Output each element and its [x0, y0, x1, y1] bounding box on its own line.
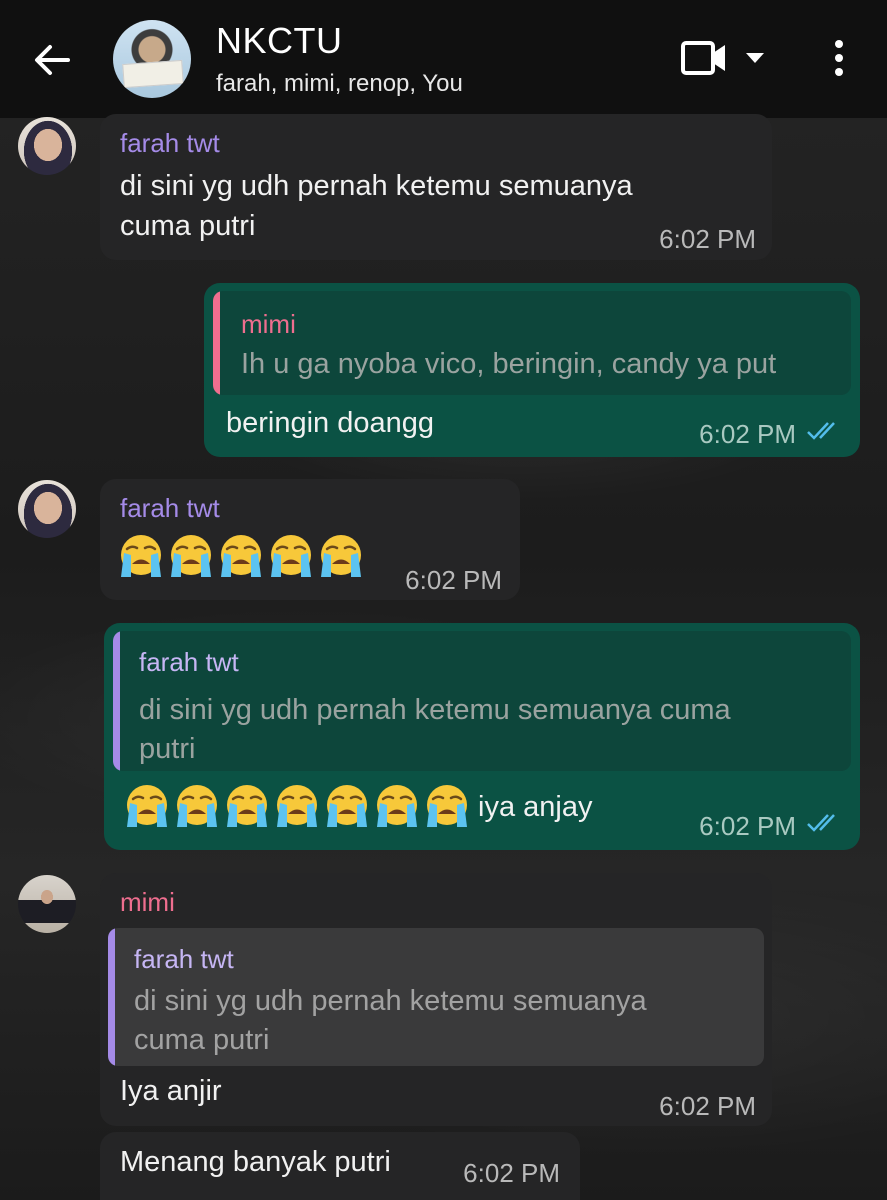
quote-sender: farah twt	[134, 944, 234, 974]
avatar-farah[interactable]	[18, 480, 76, 538]
avatar-sign-graphic	[122, 59, 184, 89]
message-bubble[interactable]: mimi Ih u ga nyoba vico, beringin, candy…	[204, 283, 860, 457]
emoji-row	[118, 533, 364, 579]
read-ticks-icon	[807, 422, 835, 440]
message-time: 6:02 PM	[699, 419, 796, 449]
crying-emoji-icon	[174, 783, 220, 829]
quote-sender: mimi	[241, 309, 296, 339]
sender-name[interactable]: farah twt	[120, 128, 220, 159]
group-avatar[interactable]	[113, 20, 191, 98]
message-text: cuma putri	[120, 210, 256, 242]
message-bubble[interactable]: mimi farah twt di sini yg udh pernah ket…	[100, 873, 772, 1126]
quote-bar	[108, 928, 115, 1066]
quote-text: Ih u ga nyoba vico, beringin, candy ya p…	[241, 348, 777, 380]
crying-emoji-icon	[318, 533, 364, 579]
message-text: iya anjay	[478, 791, 593, 823]
quote-text: putri	[139, 733, 196, 765]
message-text: beringin doangg	[226, 407, 435, 439]
message-text: Iya anjir	[120, 1075, 222, 1107]
emoji-row	[124, 783, 470, 829]
quote-text: cuma putri	[134, 1024, 270, 1056]
sender-name[interactable]: farah twt	[120, 493, 220, 524]
message-time: 6:02 PM	[463, 1158, 560, 1188]
crying-emoji-icon	[424, 783, 470, 829]
message-time: 6:02 PM	[659, 224, 756, 254]
crying-emoji-icon	[274, 783, 320, 829]
crying-emoji-icon	[118, 533, 164, 579]
more-options-icon[interactable]	[826, 36, 852, 80]
read-ticks-icon	[807, 814, 835, 832]
crying-emoji-icon	[124, 783, 170, 829]
message-time: 6:02 PM	[699, 811, 796, 841]
quote-text: di sini yg udh pernah ketemu semuanya	[134, 985, 647, 1017]
crying-emoji-icon	[218, 533, 264, 579]
quoted-message[interactable]: farah twt di sini yg udh pernah ketemu s…	[108, 928, 764, 1066]
message-bubble[interactable]: Menang banyak putri 6:02 PM	[100, 1132, 580, 1200]
crying-emoji-icon	[168, 533, 214, 579]
crying-emoji-icon	[224, 783, 270, 829]
crying-emoji-icon	[324, 783, 370, 829]
group-title[interactable]: NKCTU	[216, 20, 343, 62]
message-bubble[interactable]: farah twt di sini yg udh pernah ketemu s…	[100, 114, 772, 260]
avatar-farah[interactable]	[18, 117, 76, 175]
quoted-message[interactable]: farah twt di sini yg udh pernah ketemu s…	[113, 631, 851, 771]
crying-emoji-icon	[268, 533, 314, 579]
quote-bar	[113, 631, 120, 771]
avatar-mimi[interactable]	[18, 875, 76, 933]
quote-bar	[213, 291, 220, 395]
quote-text: di sini yg udh pernah ketemu semuanya cu…	[139, 694, 731, 726]
crying-emoji-icon	[374, 783, 420, 829]
message-time: 6:02 PM	[405, 565, 502, 595]
chat-header: NKCTU farah, mimi, renop, You	[0, 0, 887, 118]
quoted-message[interactable]: mimi Ih u ga nyoba vico, beringin, candy…	[213, 291, 851, 395]
video-call-icon[interactable]	[680, 40, 728, 76]
chevron-down-icon[interactable]	[744, 50, 766, 66]
message-text: Menang banyak putri	[120, 1146, 391, 1178]
group-members[interactable]: farah, mimi, renop, You	[216, 70, 463, 98]
message-bubble[interactable]: farah twt di sini yg udh pernah ketemu s…	[104, 623, 860, 850]
sender-name[interactable]: mimi	[120, 887, 175, 918]
back-arrow-icon[interactable]	[30, 38, 74, 82]
message-bubble[interactable]: farah twt 6:02 PM	[100, 479, 520, 600]
message-text: di sini yg udh pernah ketemu semuanya	[120, 170, 633, 202]
message-time: 6:02 PM	[659, 1091, 756, 1121]
quote-sender: farah twt	[139, 647, 239, 677]
